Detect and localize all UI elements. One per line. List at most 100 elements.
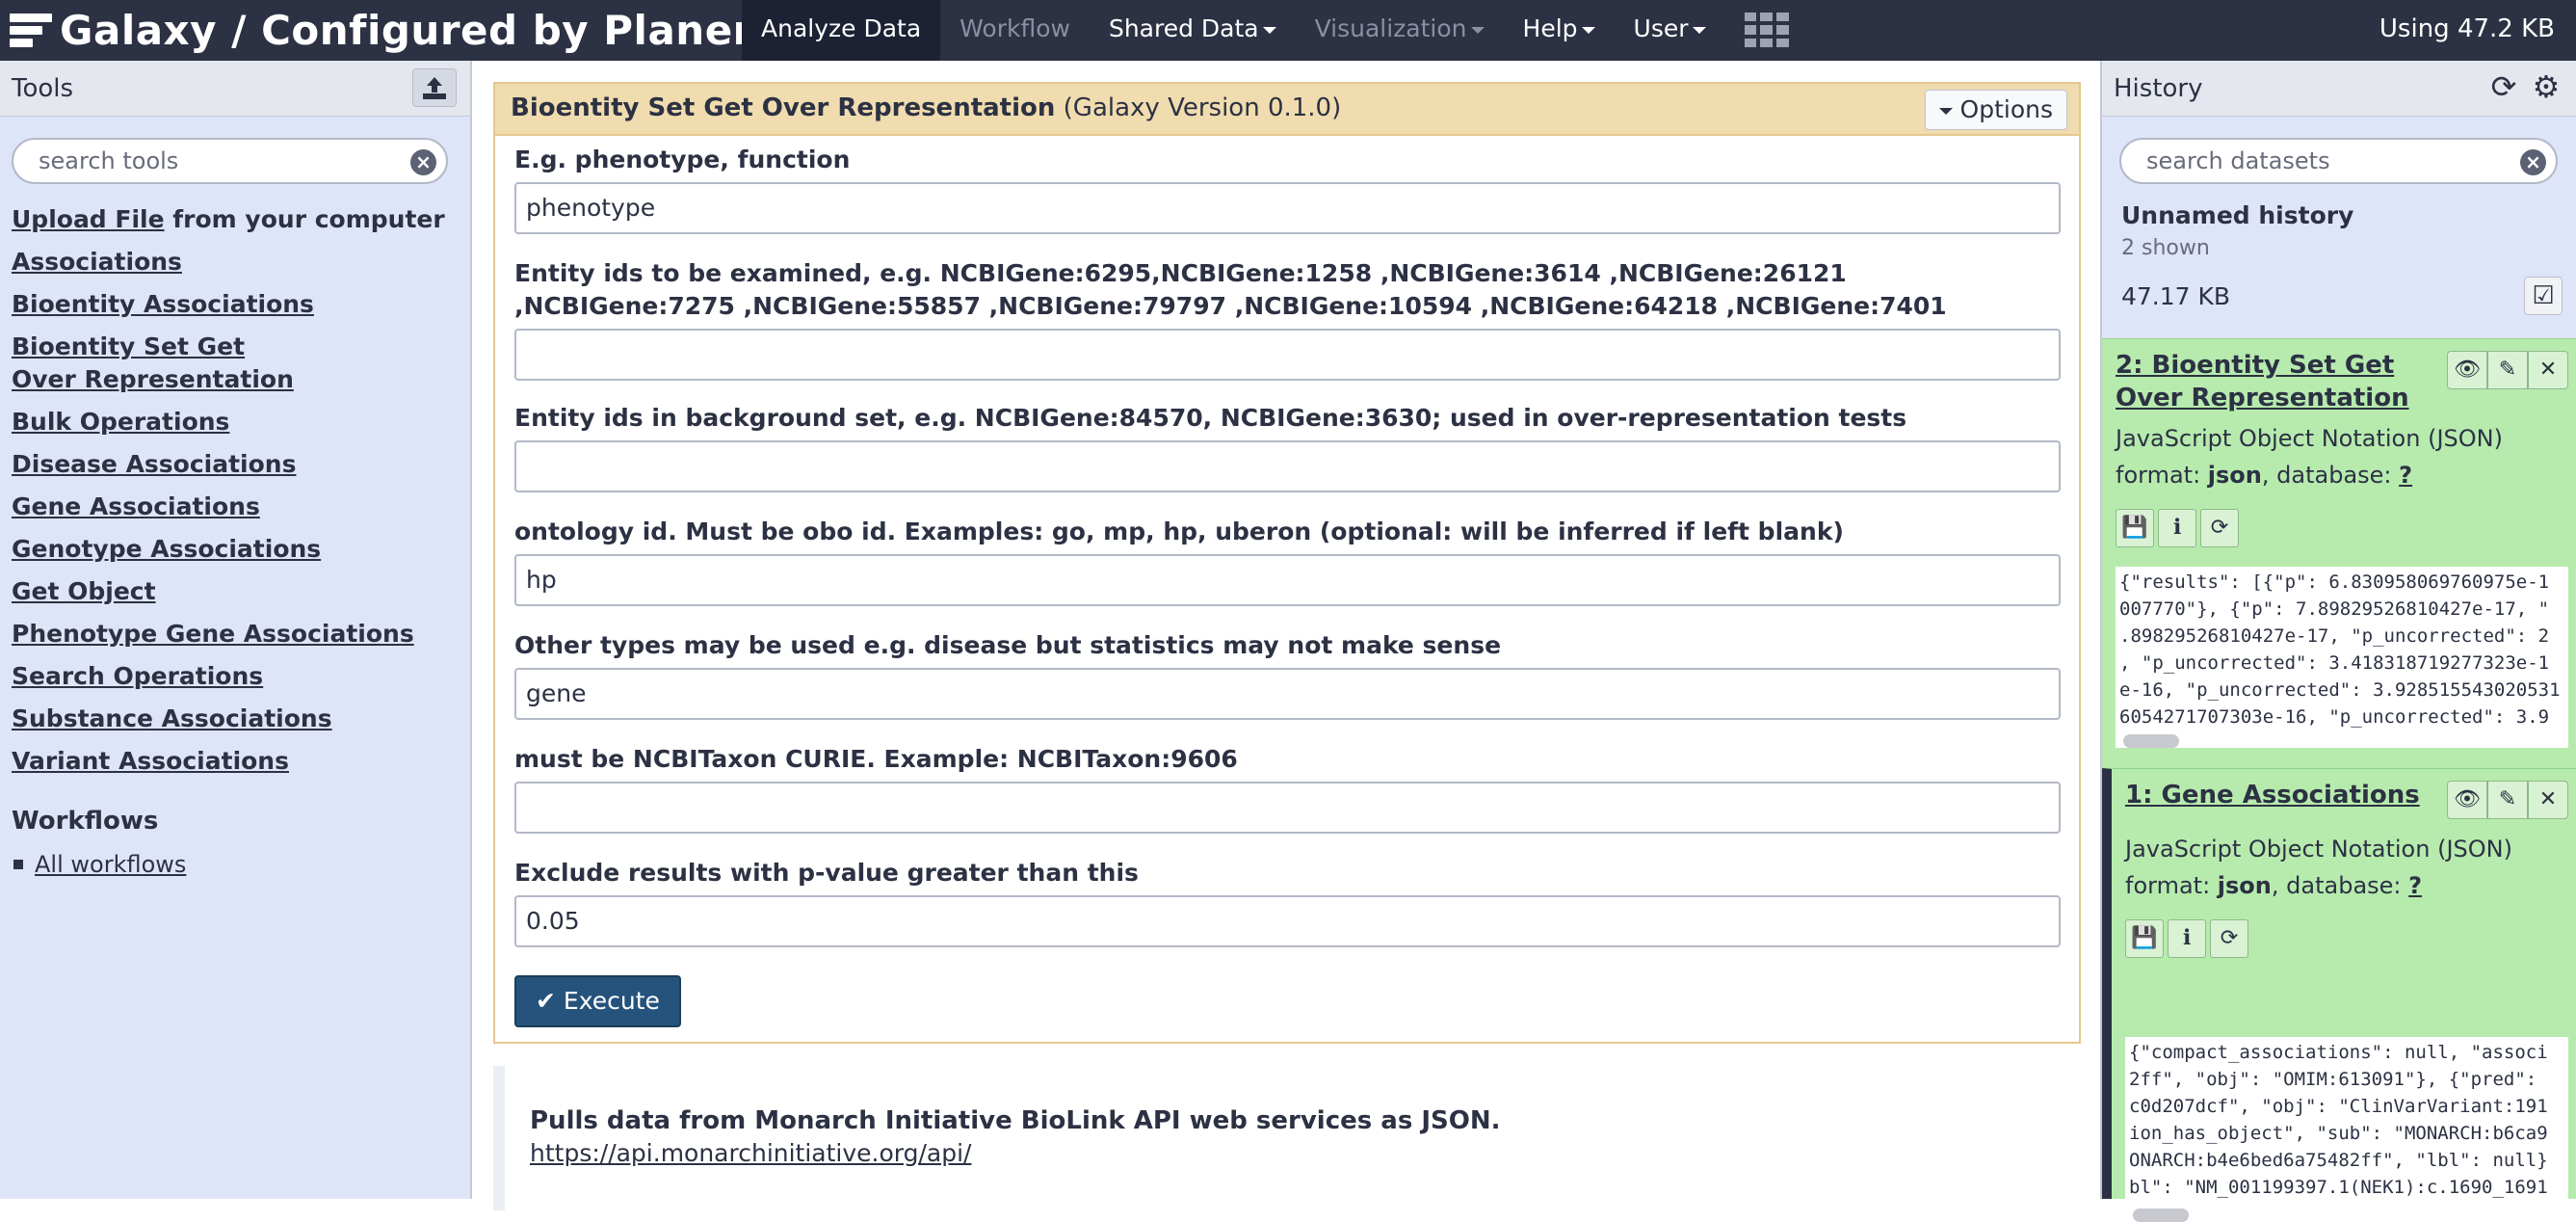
execute-button[interactable]: ✔ Execute — [514, 975, 681, 1027]
clear-search-icon[interactable]: × — [2520, 149, 2546, 175]
category-input[interactable]: gene — [514, 668, 2061, 720]
nav-analyze-data[interactable]: Analyze Data — [742, 0, 941, 61]
select-items-icon[interactable]: ☑ — [2524, 277, 2563, 315]
pencil-icon[interactable]: ✎ — [2487, 781, 2528, 819]
delete-icon[interactable]: ✕ — [2528, 781, 2568, 819]
dataset-format-description: JavaScript Object Notation (JSON) — [2125, 836, 2512, 863]
nav-label: Help — [1522, 14, 1578, 42]
history-panel-title: History — [2114, 74, 2203, 103]
dataset-format-description: JavaScript Object Notation (JSON) — [2116, 425, 2503, 452]
database-label: , database: — [2261, 462, 2400, 489]
dataset-actions: 💾 ℹ ⟳ — [2125, 919, 2252, 958]
nav-user[interactable]: User — [1615, 0, 1725, 61]
nav-workflow[interactable]: Workflow — [940, 0, 1090, 61]
tool-gene-associations[interactable]: Gene Associations — [12, 491, 464, 523]
field-background-ids: Entity ids in background set, e.g. NCBIG… — [514, 402, 2061, 492]
dataset-search-placeholder: search datasets — [2146, 147, 2330, 174]
dataset-buttons: 👁 ✎ ✕ — [2447, 781, 2568, 819]
options-button[interactable]: Options — [1924, 90, 2067, 130]
refresh-icon[interactable]: ⟳ — [2487, 70, 2520, 103]
apps-grid-icon — [1744, 13, 1789, 47]
history-size: 47.17 KB — [2121, 282, 2231, 310]
tool-panel-title: Tools — [12, 74, 74, 103]
delete-icon[interactable]: ✕ — [2528, 351, 2568, 389]
help-link[interactable]: https://api.monarchinitiative.org/api/ — [530, 1139, 971, 1167]
tool-bioentity-associations[interactable]: Bioentity Associations — [12, 288, 464, 321]
quota-meter[interactable]: Using 47.2 KB — [2379, 0, 2555, 58]
tool-bulk-operations[interactable]: Bulk Operations — [12, 406, 464, 438]
pencil-icon[interactable]: ✎ — [2487, 351, 2528, 389]
gear-icon[interactable]: ⚙ — [2530, 70, 2563, 103]
dataset-search-input[interactable]: search datasets × — [2119, 138, 2558, 184]
dataset-peek: {"compact_associations": null, "associ 2… — [2125, 1037, 2568, 1207]
database-label: , database: — [2271, 872, 2409, 899]
dataset-title[interactable]: 1: Gene Associations — [2125, 779, 2443, 811]
info-icon[interactable]: ℹ — [2158, 509, 2196, 547]
rerun-icon[interactable]: ⟳ — [2200, 509, 2239, 547]
rerun-icon[interactable]: ⟳ — [2210, 919, 2248, 958]
dataset-actions: 💾 ℹ ⟳ — [2116, 509, 2243, 547]
eye-icon[interactable]: 👁 — [2447, 351, 2487, 389]
save-icon[interactable]: 💾 — [2116, 509, 2154, 547]
format-label: format: — [2125, 872, 2218, 899]
tool-search-operations[interactable]: Search Operations — [12, 660, 464, 693]
tool-form: Bioentity Set Get Over Representation (G… — [493, 82, 2081, 1044]
field-label: Exclude results with p-value greater tha… — [514, 859, 1139, 887]
nav-shared-data[interactable]: Shared Data — [1090, 0, 1296, 61]
tool-variant-associations[interactable]: Variant Associations — [12, 745, 464, 778]
upload-file-link[interactable]: Upload File — [12, 205, 165, 233]
tool-search-input[interactable]: search tools × — [12, 138, 448, 184]
dataset-item: 1: Gene Associations 👁 ✎ ✕ JavaScript Ob… — [2102, 768, 2576, 1222]
field-taxon: must be NCBITaxon CURIE. Example: NCBITa… — [514, 743, 2061, 834]
nav-label: Shared Data — [1108, 14, 1259, 42]
tool-bioentity-set-get-over-representation[interactable]: Bioentity Set Get Over Representation — [12, 331, 301, 396]
dataset-item: 2: Bioentity Set Get Over Representation… — [2102, 338, 2576, 816]
taxon-input[interactable] — [514, 782, 2061, 834]
nav-apps[interactable] — [1725, 0, 1808, 61]
max-p-value-input[interactable]: 0.05 — [514, 895, 2061, 947]
field-label: must be NCBITaxon CURIE. Example: NCBITa… — [514, 745, 1238, 773]
tool-genotype-associations[interactable]: Genotype Associations — [12, 533, 464, 566]
history-shown-count: 2 shown — [2121, 236, 2210, 260]
field-label: Entity ids in background set, e.g. NCBIG… — [514, 404, 1907, 432]
entity-ids-input[interactable] — [514, 329, 2061, 381]
history-name[interactable]: Unnamed history — [2121, 201, 2353, 229]
ontology-input[interactable]: hp — [514, 554, 2061, 606]
database-link[interactable]: ? — [2408, 872, 2422, 899]
info-icon[interactable]: ℹ — [2168, 919, 2206, 958]
brand[interactable]: Galaxy / Configured by Planemo — [10, 4, 803, 57]
tool-disease-associations[interactable]: Disease Associations — [12, 448, 464, 481]
eye-icon[interactable]: 👁 — [2447, 781, 2487, 819]
caret-down-icon — [1938, 107, 1953, 115]
tool-substance-associations[interactable]: Substance Associations — [12, 703, 464, 735]
caret-down-icon — [1262, 26, 1276, 34]
dataset-buttons: 👁 ✎ ✕ — [2447, 351, 2568, 389]
field-type: E.g. phenotype, function phenotype — [514, 144, 2061, 234]
field-label: Entity ids to be examined, e.g. NCBIGene… — [514, 259, 1947, 320]
type-input[interactable]: phenotype — [514, 182, 2061, 234]
bullet-icon — [13, 860, 23, 869]
background-ids-input[interactable] — [514, 440, 2061, 492]
save-icon[interactable]: 💾 — [2125, 919, 2164, 958]
nav-visualization[interactable]: Visualization — [1296, 0, 1504, 61]
clear-search-icon[interactable]: × — [410, 149, 436, 175]
database-link[interactable]: ? — [2399, 462, 2412, 489]
tool-list: Upload File from your computer Associati… — [12, 203, 464, 878]
peek-scrollbar[interactable] — [2123, 734, 2179, 748]
nav-help[interactable]: Help — [1504, 0, 1615, 61]
help-text: Pulls data from Monarch Initiative BioLi… — [530, 1106, 1501, 1135]
tool-phenotype-gene-associations[interactable]: Phenotype Gene Associations — [12, 618, 464, 651]
tool-get-object[interactable]: Get Object — [12, 575, 464, 608]
peek-scrollbar[interactable] — [2133, 1209, 2189, 1222]
nav-label: Visualization — [1314, 14, 1467, 42]
masthead: Galaxy / Configured by Planemo Analyze D… — [0, 0, 2576, 61]
field-label: E.g. phenotype, function — [514, 146, 851, 173]
upload-button[interactable] — [412, 68, 457, 107]
format-label: format: — [2116, 462, 2208, 489]
dataset-title[interactable]: 2: Bioentity Set Get Over Representation — [2116, 349, 2433, 414]
history-panel-header: History ⟳ ⚙ — [2102, 61, 2576, 117]
tool-associations[interactable]: Associations — [12, 246, 464, 279]
tool-form-name: Bioentity Set Get Over Representation — [511, 93, 1056, 122]
field-other-types: Other types may be used e.g. disease but… — [514, 629, 2061, 720]
all-workflows-link[interactable]: All workflows — [35, 851, 186, 878]
